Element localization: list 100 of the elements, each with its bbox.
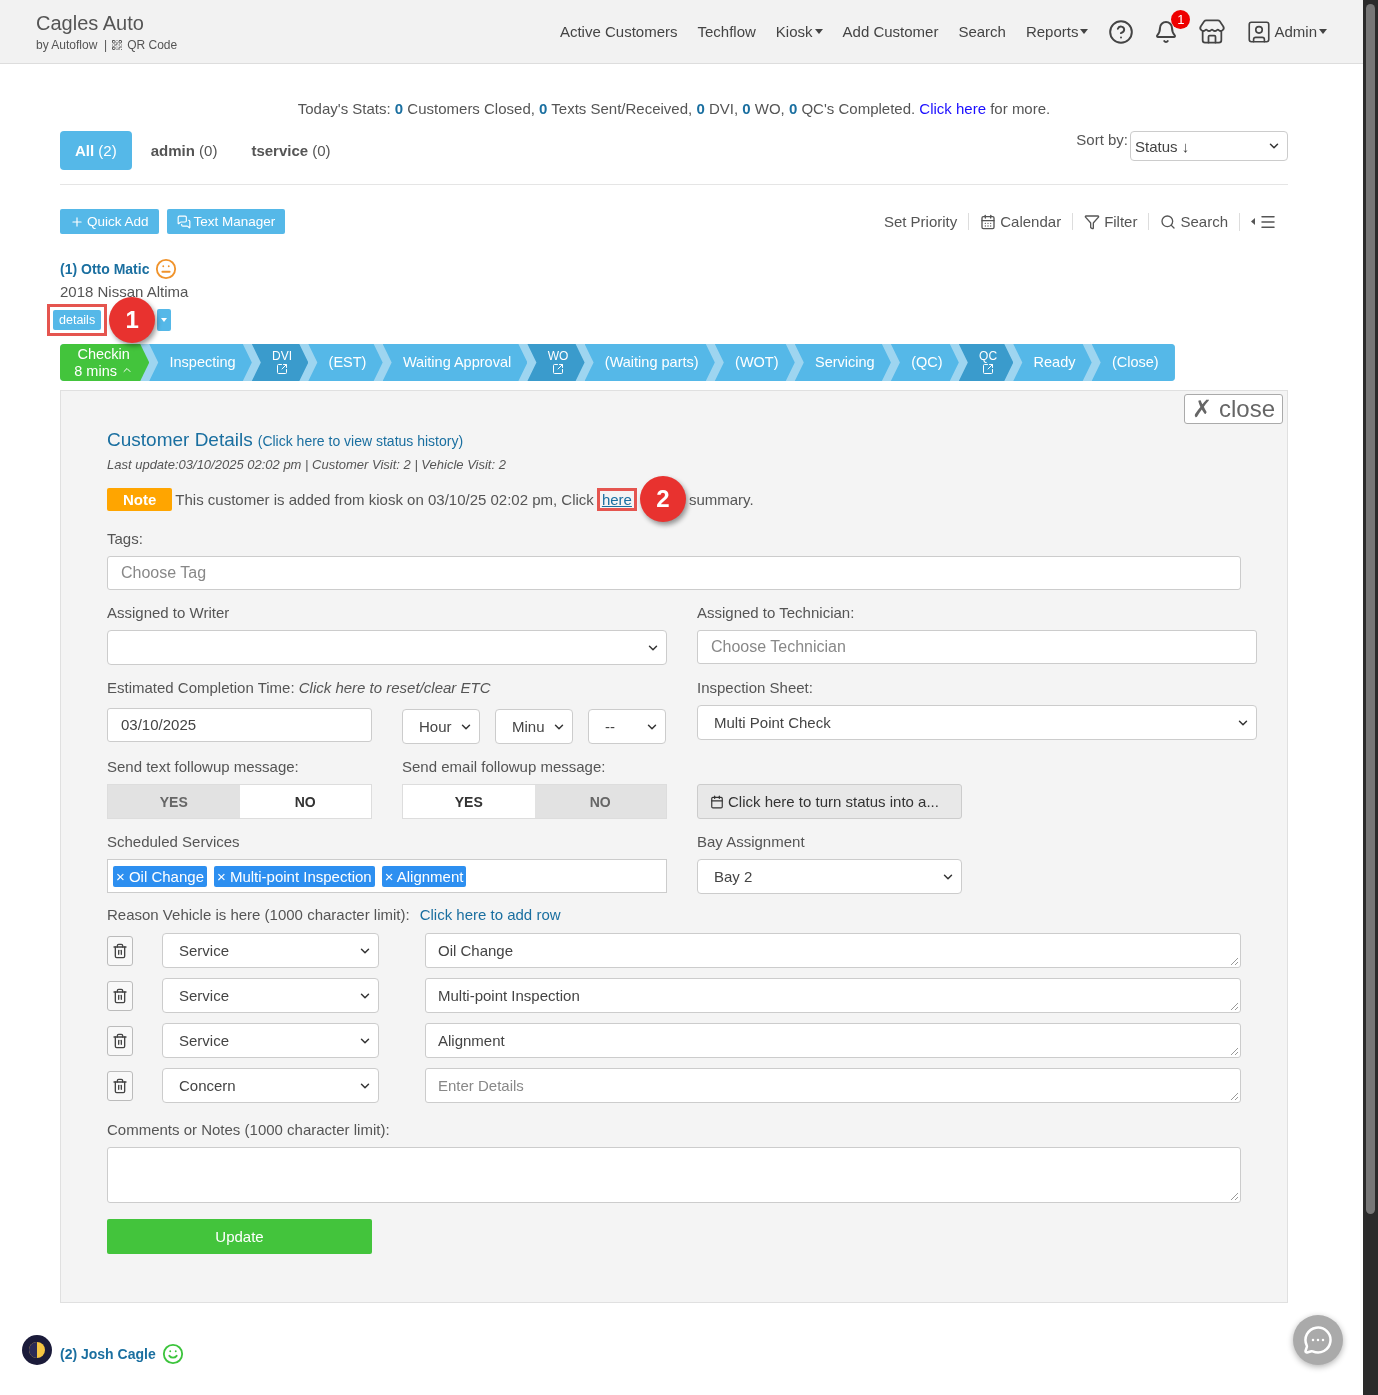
store-icon[interactable] (1198, 17, 1227, 46)
toggle-option[interactable]: YES (108, 785, 240, 818)
nav-link[interactable]: Add Customer (842, 23, 939, 40)
qr-code-icon (111, 38, 124, 51)
dropdown-toggle[interactable] (157, 309, 172, 331)
technician-field[interactable]: Choose Technician (697, 630, 1257, 664)
help-icon[interactable] (1108, 18, 1135, 45)
am-pm-select[interactable]: -- (588, 709, 666, 744)
appointment-button[interactable]: Click here to turn status into a... (697, 784, 962, 819)
plus-icon (70, 214, 84, 229)
toggle-option[interactable]: NO (534, 785, 666, 818)
caret-down-icon (1319, 29, 1327, 34)
field-label: Comments or Notes (1000 character limit): (107, 1121, 391, 1138)
notification-badge: 1 (1171, 9, 1191, 29)
stats-text: Today's Stats: 0 Customers Closed, 0 Texts Sent/Received, 0 DVI, 0 WO, 0 QC's Completed. Click here for more. (296, 100, 1052, 117)
step-marker: 2 (639, 476, 686, 522)
caret-down-icon (814, 29, 823, 34)
hour-select[interactable]: Hour (402, 709, 480, 744)
status-step[interactable]: QC (958, 344, 1014, 381)
external-link-icon (552, 363, 564, 376)
status-step[interactable]: DVI (251, 344, 309, 381)
user-menu[interactable]: Admin (1246, 18, 1327, 45)
stats-link[interactable]: Click here (919, 100, 987, 117)
field-label: Assigned to Writer (107, 604, 231, 621)
status-step[interactable]: WO (527, 344, 585, 381)
note-text: This customer is added from kiosk on 03/10/25 02:02 pm, Click (175, 490, 594, 508)
resize-grip-icon[interactable] (1230, 957, 1238, 965)
service-tag[interactable]: × Multi-point Inspection (214, 865, 375, 887)
trash-icon (112, 987, 128, 1004)
reason-type-select[interactable]: Concern (162, 1068, 379, 1103)
trash-icon (112, 1077, 128, 1094)
reason-type-select[interactable]: Service (162, 978, 379, 1013)
byline: by Autoflow | (36, 37, 108, 52)
field-label: Assigned to Technician: (697, 604, 856, 621)
resize-grip-icon[interactable] (1230, 1192, 1238, 1200)
reason-field[interactable]: Multi-point Inspection (425, 978, 1241, 1013)
field-label: Reason Vehicle is here (1000 character limit): (107, 906, 410, 923)
customer-name-link[interactable]: (1) Otto Matic (60, 261, 150, 277)
toggle-option[interactable]: NO (239, 785, 371, 818)
reason-type-select[interactable]: Service (162, 933, 379, 968)
calendar-icon (980, 213, 997, 230)
services-field[interactable]: × Oil Change × Multi-point Inspection × Alignment (107, 859, 667, 893)
toolbar-link[interactable]: Set Priority (872, 213, 969, 230)
reason-field[interactable]: Oil Change (425, 933, 1241, 968)
external-link-icon (982, 363, 995, 376)
delete-button[interactable] (107, 935, 133, 966)
nav-link[interactable]: Kiosk (775, 23, 823, 40)
toolbar-link[interactable]: Filter (1072, 213, 1149, 230)
resize-grip-icon[interactable] (1230, 1002, 1238, 1010)
panel-title: Customer Details (107, 429, 253, 451)
reason-field[interactable]: Enter Details (425, 1068, 1241, 1103)
filter-tab[interactable]: admin (0) (135, 131, 233, 170)
sort-select[interactable]: Status ↓ (1130, 131, 1288, 161)
calendar-icon (710, 794, 724, 809)
nav-link[interactable]: Search (958, 23, 1006, 40)
minute-select[interactable]: Minu (495, 709, 573, 744)
inspection-select[interactable]: Multi Point Check (697, 705, 1257, 740)
qr-code-link[interactable]: QR Code (127, 37, 178, 52)
tag-field[interactable]: Choose Tag (107, 556, 1241, 590)
service-tag[interactable]: × Oil Change (113, 865, 207, 887)
filter-icon (1084, 213, 1101, 230)
caret-left-icon (1251, 218, 1255, 225)
resize-grip-icon[interactable] (1230, 1092, 1238, 1100)
summary-link[interactable]: here (601, 490, 632, 508)
chat-icon (1303, 1325, 1333, 1355)
toolbar-link[interactable]: Search (1148, 213, 1239, 230)
bell-icon[interactable] (1154, 19, 1179, 44)
delete-button[interactable] (107, 1070, 133, 1101)
nav-link[interactable]: Techflow (697, 23, 756, 40)
customer-name-link[interactable]: (2) Josh Cagle (60, 1346, 156, 1362)
note-text: summary. (688, 490, 754, 508)
toggle-option[interactable]: YES (403, 785, 535, 818)
service-tag[interactable]: × Alignment (381, 865, 467, 887)
date-field[interactable]: 03/10/2025 (107, 707, 372, 742)
delete-button[interactable] (107, 980, 133, 1011)
resize-grip-icon[interactable] (1230, 1047, 1238, 1055)
toggle-label: Send email followup message: (402, 758, 607, 775)
reason-type-select[interactable]: Service (162, 1023, 379, 1058)
delete-button[interactable] (107, 1025, 133, 1056)
add-row-link[interactable]: Click here to add row (419, 906, 561, 923)
nav-link[interactable]: Active Customers (559, 23, 678, 40)
close-button[interactable]: ✗ close (1184, 394, 1283, 424)
sort-label: Sort by: (1076, 131, 1128, 148)
chat-button[interactable] (1293, 1315, 1343, 1365)
comments-field[interactable] (107, 1147, 1241, 1203)
toggle-label: Send text followup message: (107, 758, 300, 775)
toolbar-link[interactable]: Calendar (968, 213, 1073, 230)
vehicle-text: 2018 Nissan Altima (60, 283, 190, 300)
history-link[interactable]: (Click here to view status history) (257, 433, 464, 449)
caret-down-icon (1080, 29, 1089, 34)
field-label: Scheduled Services (107, 833, 241, 850)
scrollbar[interactable] (1363, 0, 1378, 1395)
trash-icon (112, 942, 128, 959)
filter-tab[interactable]: tservice (0) (236, 131, 346, 170)
external-link-icon (276, 363, 289, 376)
theme-toggle-icon[interactable] (22, 1335, 52, 1365)
reason-field[interactable]: Alignment (425, 1023, 1241, 1058)
nav-link[interactable]: Reports (1025, 23, 1089, 40)
bay-select[interactable]: Bay 2 (697, 859, 962, 894)
trash-icon (112, 1032, 128, 1049)
